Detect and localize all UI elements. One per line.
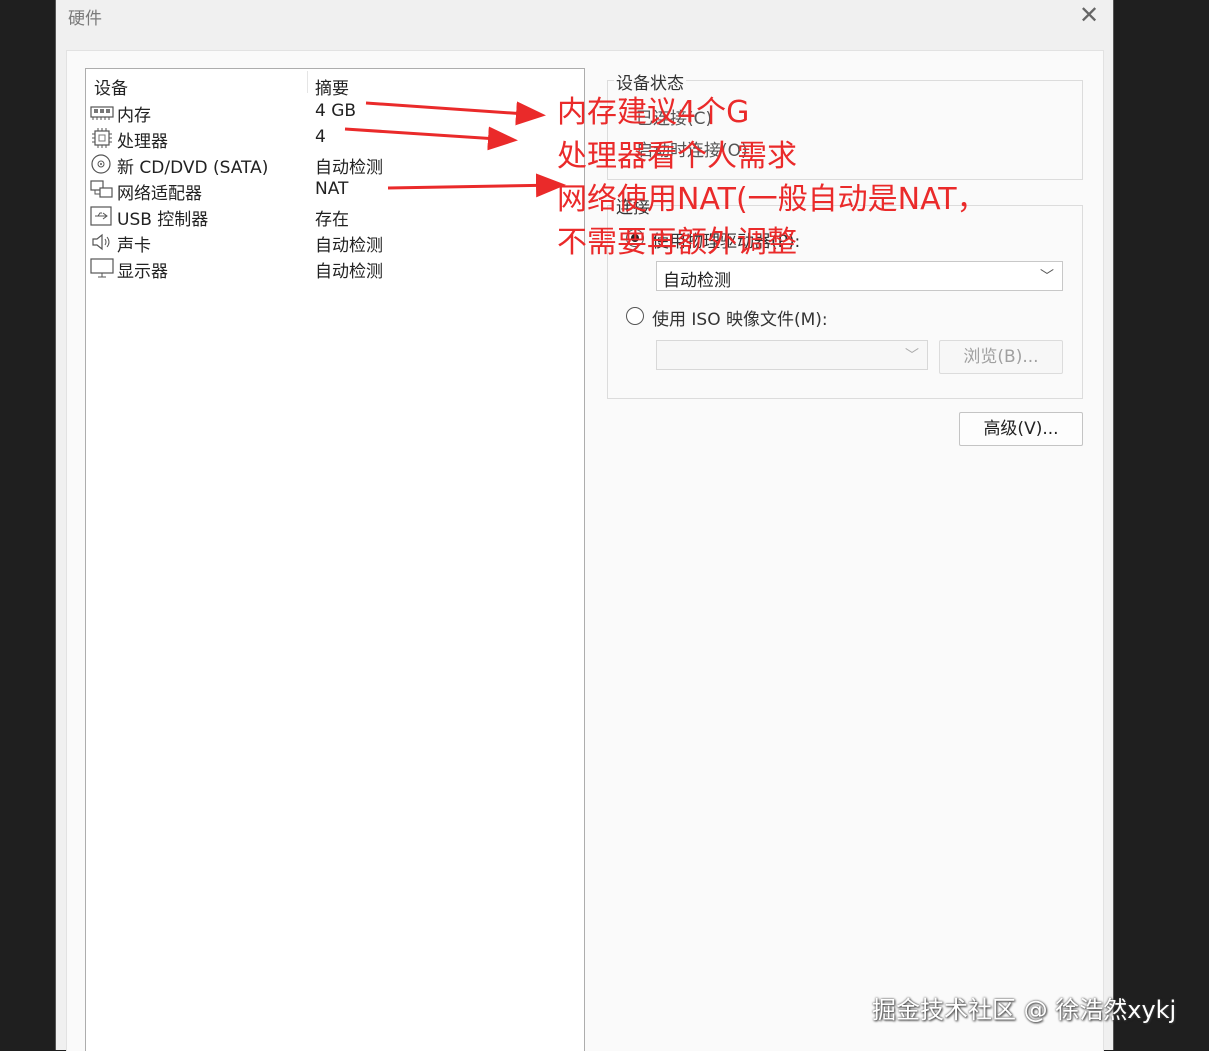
advanced-button[interactable]: 高级(V)... xyxy=(959,412,1083,446)
speaker-icon xyxy=(90,231,114,253)
device-name: USB 控制器 xyxy=(117,210,209,230)
physical-drive-select[interactable]: 自动检测 ﹀ xyxy=(656,261,1063,291)
device-summary: 4 GB xyxy=(315,101,357,121)
iso-path-select[interactable]: ﹀ xyxy=(656,340,928,370)
device-row-cd-dvd[interactable]: 新 CD/DVD (SATA) 自动检测 xyxy=(90,152,580,178)
device-summary: 存在 xyxy=(315,210,349,230)
device-summary: 自动检测 xyxy=(315,236,383,256)
device-row-processor[interactable]: 处理器 4 xyxy=(90,126,580,152)
physical-drive-value: 自动检测 xyxy=(663,271,731,291)
watermark: 掘金技术社区 @ 徐浩然xykj xyxy=(872,996,1177,1024)
browse-button[interactable]: 浏览(B)... xyxy=(939,340,1063,374)
chevron-down-icon: ﹀ xyxy=(905,348,919,364)
device-list[interactable]: 设备 摘要 内存 4 GB 处理器 4 新 CD/DVD (SATA) 自动检测 xyxy=(85,68,585,1051)
annotation-memory: 内存建议4个G xyxy=(557,95,750,130)
device-row-memory[interactable]: 内存 4 GB xyxy=(90,100,580,126)
device-row-display[interactable]: 显示器 自动检测 xyxy=(90,256,580,282)
device-summary: 4 xyxy=(315,127,326,147)
network-adapter-icon xyxy=(90,179,114,201)
device-name: 新 CD/DVD (SATA) xyxy=(117,158,269,178)
column-header-device[interactable]: 设备 xyxy=(94,74,128,99)
annotation-processor: 处理器看个人需求 xyxy=(557,139,797,174)
iso-image-radio[interactable] xyxy=(626,307,644,325)
device-name: 声卡 xyxy=(117,236,151,256)
close-icon[interactable]: ✕ xyxy=(1076,2,1102,28)
annotation-no-adjust: 不需要再额外调整 xyxy=(557,225,797,260)
annotation-network: 网络使用NAT(一般自动是NAT， xyxy=(557,182,987,217)
memory-icon xyxy=(90,101,114,123)
column-header-summary[interactable]: 摘要 xyxy=(315,74,349,99)
column-divider[interactable] xyxy=(307,71,308,93)
device-name: 网络适配器 xyxy=(117,184,202,204)
device-row-usb-controller[interactable]: USB 控制器 存在 xyxy=(90,204,580,230)
device-row-network-adapter[interactable]: 网络适配器 NAT xyxy=(90,178,580,204)
processor-icon xyxy=(90,127,114,149)
usb-icon xyxy=(90,205,114,227)
device-name: 显示器 xyxy=(117,262,168,282)
iso-image-label: 使用 ISO 映像文件(M): xyxy=(652,310,828,330)
dialog-title: 硬件 xyxy=(68,9,102,29)
device-summary: 自动检测 xyxy=(315,158,383,178)
device-name: 内存 xyxy=(117,106,151,126)
device-summary: 自动检测 xyxy=(315,262,383,282)
device-row-sound-card[interactable]: 声卡 自动检测 xyxy=(90,230,580,256)
cd-dvd-icon xyxy=(90,153,114,175)
device-summary: NAT xyxy=(315,179,349,199)
device-name: 处理器 xyxy=(117,132,168,152)
monitor-icon xyxy=(90,257,114,279)
chevron-down-icon: ﹀ xyxy=(1040,269,1054,285)
